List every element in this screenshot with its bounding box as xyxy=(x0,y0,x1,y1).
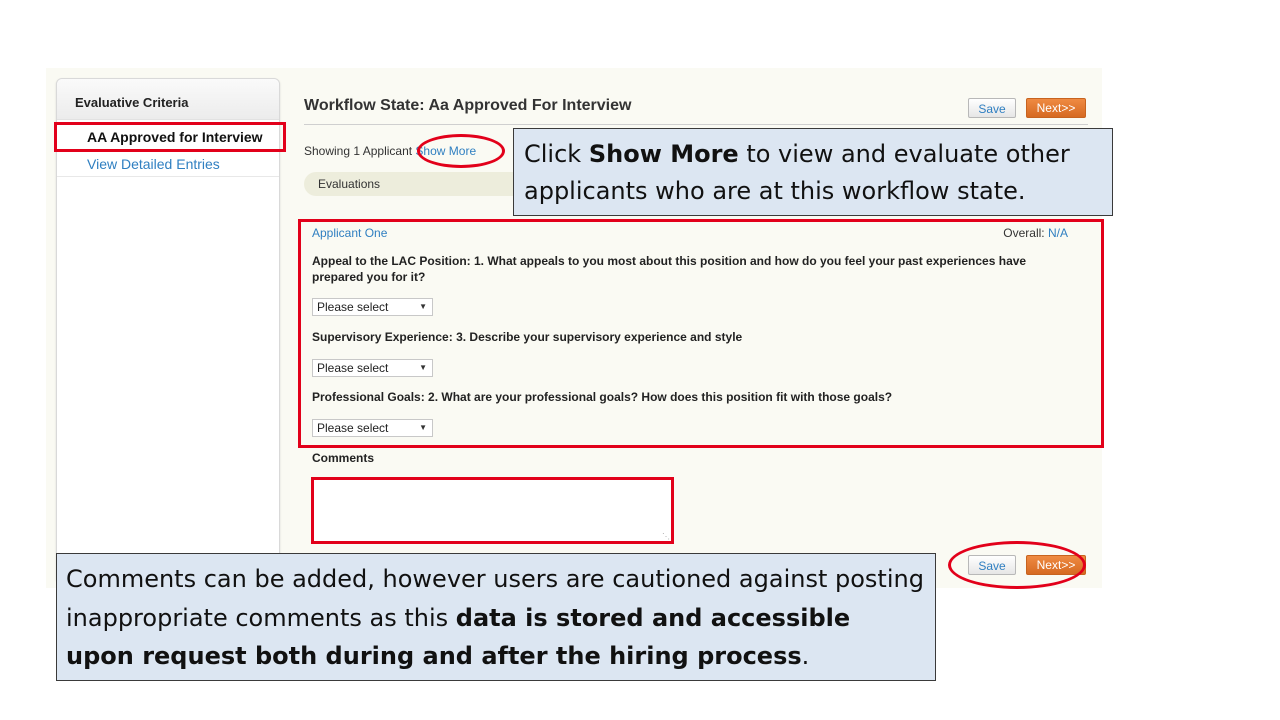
callout-show-more-bold: Show More xyxy=(588,140,739,168)
comments-label: Comments xyxy=(312,451,375,465)
highlight-show-more xyxy=(417,134,505,168)
tab-evaluations[interactable]: Evaluations xyxy=(304,172,514,196)
sidebar-item-view-detailed-entries[interactable]: View Detailed Entries xyxy=(57,151,279,177)
callout-show-more: Click Show More to view and evaluate oth… xyxy=(513,128,1113,216)
sidebar-title: Evaluative Criteria xyxy=(75,95,189,110)
title-divider xyxy=(304,124,1088,125)
highlight-comments xyxy=(311,477,674,544)
highlight-evaluation-questions xyxy=(298,219,1104,448)
page-title: Workflow State: Aa Approved For Intervie… xyxy=(304,97,632,114)
callout-comments: Comments can be added, however users are… xyxy=(56,553,936,681)
next-button[interactable]: Next>> xyxy=(1026,98,1086,118)
callout-comments-post: . xyxy=(801,642,810,670)
sidebar: Evaluative Criteria AA Approved for Inte… xyxy=(56,78,280,580)
save-button[interactable]: Save xyxy=(968,98,1016,118)
callout-show-more-pre: Click xyxy=(524,140,589,168)
highlight-sidebar-item xyxy=(54,122,286,152)
showing-text: Showing 1 Applicant xyxy=(304,144,413,158)
highlight-bottom-buttons xyxy=(948,541,1086,589)
